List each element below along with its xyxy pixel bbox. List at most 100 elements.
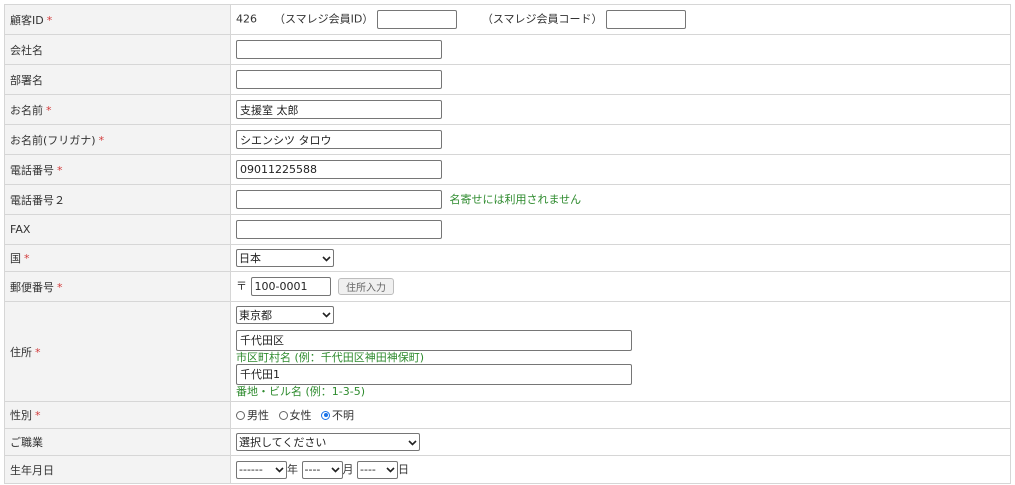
gender-label: 性別 bbox=[10, 409, 32, 422]
name-label: お名前 bbox=[10, 103, 43, 117]
value-cell: 東京都 市区町村名 (例：千代田区神田神保町) 番地・ビル名 (例：1-3-5) bbox=[230, 301, 1011, 402]
required-mark: * bbox=[57, 163, 63, 177]
row-occupation: ご職業 選択してください bbox=[4, 428, 1011, 456]
label-cell: 会社名 bbox=[4, 34, 231, 65]
fax-label: FAX bbox=[10, 223, 31, 236]
gender-option-female[interactable]: 女性 bbox=[278, 407, 312, 423]
row-customer-id: 顧客ID * 426 （スマレジ会員ID） （スマレジ会員コード） bbox=[4, 4, 1011, 35]
company-label: 会社名 bbox=[10, 43, 43, 57]
label-cell: 電話番号２ bbox=[4, 184, 231, 215]
month-unit: 月 bbox=[342, 462, 354, 476]
label-cell: 国 * bbox=[4, 244, 231, 272]
required-mark: * bbox=[46, 103, 52, 117]
row-phone2: 電話番号２ 名寄せには利用されません bbox=[4, 184, 1011, 215]
phone2-input[interactable] bbox=[236, 190, 442, 209]
city-input[interactable] bbox=[236, 329, 632, 351]
birth-month-selected: ---- bbox=[304, 463, 321, 476]
required-mark: * bbox=[57, 280, 63, 294]
department-label: 部署名 bbox=[10, 73, 43, 87]
department-input[interactable] bbox=[236, 70, 442, 89]
smaregi-code-label: （スマレジ会員コード） bbox=[481, 12, 603, 26]
radio-button[interactable] bbox=[278, 410, 288, 420]
row-address: 住所* 東京都 市区町村名 (例：千代田区神田神保町) 番地・ビル名 (例：1-… bbox=[4, 301, 1011, 402]
label-cell: 電話番号 * bbox=[4, 154, 231, 185]
chevron-down-icon bbox=[408, 438, 417, 447]
row-department: 部署名 bbox=[4, 64, 1011, 95]
chevron-down-icon bbox=[322, 310, 331, 319]
row-name-kana: お名前(フリガナ) * bbox=[4, 124, 1011, 155]
address-lookup-button[interactable]: 住所入力 bbox=[338, 278, 394, 295]
name-kana-input[interactable] bbox=[236, 130, 442, 149]
label-cell: お名前 * bbox=[4, 94, 231, 125]
street-input[interactable] bbox=[236, 363, 632, 385]
customer-id-value: 426 bbox=[236, 12, 257, 26]
occupation-select[interactable]: 選択してください bbox=[236, 433, 420, 451]
smaregi-id-input[interactable] bbox=[376, 10, 457, 29]
value-cell bbox=[230, 154, 1011, 185]
label-cell: 部署名 bbox=[4, 64, 231, 95]
chevron-down-icon bbox=[275, 465, 284, 474]
gender-option-label: 不明 bbox=[332, 409, 354, 422]
row-country: 国 * 日本 bbox=[4, 244, 1011, 272]
occupation-selected: 選択してください bbox=[239, 436, 327, 449]
postal-mark: 〒 bbox=[236, 279, 247, 293]
gender-option-male[interactable]: 男性 bbox=[236, 407, 269, 423]
row-company: 会社名 bbox=[4, 34, 1011, 65]
customer-id-label: 顧客ID bbox=[10, 13, 44, 27]
value-cell: 〒 住所入力 bbox=[230, 271, 1011, 302]
phone2-hint: 名寄せには利用されません bbox=[449, 192, 582, 206]
name-kana-label: お名前(フリガナ) bbox=[10, 133, 96, 147]
gender-option-label: 男性 bbox=[247, 409, 269, 422]
value-cell: 男性 女性 不明 bbox=[230, 401, 1011, 429]
postal-label: 郵便番号 bbox=[10, 280, 54, 294]
birthday-label: 生年月日 bbox=[10, 463, 54, 477]
required-mark: * bbox=[35, 409, 41, 422]
city-hint: 市区町村名 (例：千代田区神田神保町) bbox=[236, 350, 425, 364]
company-input[interactable] bbox=[236, 40, 442, 59]
label-cell: 性別 * bbox=[4, 401, 231, 429]
prefecture-selected: 東京都 bbox=[239, 308, 272, 322]
postal-input[interactable] bbox=[250, 277, 331, 296]
prefecture-select[interactable]: 東京都 bbox=[236, 305, 334, 324]
birth-day-select[interactable]: ---- bbox=[357, 460, 398, 479]
value-cell: 名寄せには利用されません bbox=[230, 184, 1011, 215]
row-phone: 電話番号 * bbox=[4, 154, 1011, 185]
required-mark: * bbox=[98, 133, 105, 147]
gender-option-unknown[interactable]: 不明 bbox=[321, 407, 354, 423]
country-select[interactable]: 日本 bbox=[236, 249, 334, 267]
required-mark: * bbox=[35, 345, 41, 359]
value-cell: ------ 年 ---- 月 ---- 日 bbox=[230, 455, 1011, 484]
required-mark: * bbox=[24, 252, 30, 265]
smaregi-id-label: （スマレジ会員ID） bbox=[274, 12, 374, 26]
radio-button-selected[interactable] bbox=[321, 410, 330, 420]
customer-form-table: 顧客ID * 426 （スマレジ会員ID） （スマレジ会員コード） 会社名 部署名… bbox=[4, 4, 1011, 484]
value-cell: 日本 bbox=[230, 244, 1011, 272]
label-cell: 住所 * bbox=[4, 301, 231, 402]
required-mark: * bbox=[46, 13, 53, 27]
chevron-down-icon bbox=[322, 254, 331, 263]
chevron-down-icon bbox=[330, 465, 340, 474]
radio-button[interactable] bbox=[236, 410, 245, 420]
smaregi-code-input[interactable] bbox=[606, 10, 687, 29]
country-selected: 日本 bbox=[239, 252, 261, 265]
value-cell: 選択してください bbox=[230, 428, 1011, 456]
birth-year-select[interactable]: ------ bbox=[236, 460, 287, 479]
chevron-down-icon bbox=[386, 465, 395, 474]
day-unit: 日 bbox=[398, 462, 409, 476]
phone2-label: 電話番号２ bbox=[10, 193, 65, 207]
value-cell bbox=[230, 94, 1011, 125]
fax-input[interactable] bbox=[236, 220, 442, 239]
row-postal: 郵便番号* 〒 住所入力 bbox=[4, 271, 1011, 302]
row-birthday: 生年月日 ------ 年 ---- 月 ---- 日 bbox=[4, 455, 1011, 484]
label-cell: 郵便番号 * bbox=[4, 271, 231, 302]
phone-input[interactable] bbox=[236, 160, 442, 179]
value-cell bbox=[230, 214, 1011, 245]
birth-month-select[interactable]: ---- bbox=[301, 460, 343, 479]
country-label: 国 bbox=[10, 252, 21, 265]
row-gender: 性別 * 男性 女性 不明 bbox=[4, 401, 1011, 429]
name-input[interactable] bbox=[236, 100, 442, 119]
row-fax: FAX bbox=[4, 214, 1011, 245]
row-name: お名前 * bbox=[4, 94, 1011, 125]
label-cell: お名前(フリガナ) * bbox=[4, 124, 231, 155]
gender-option-label: 女性 bbox=[289, 409, 312, 422]
